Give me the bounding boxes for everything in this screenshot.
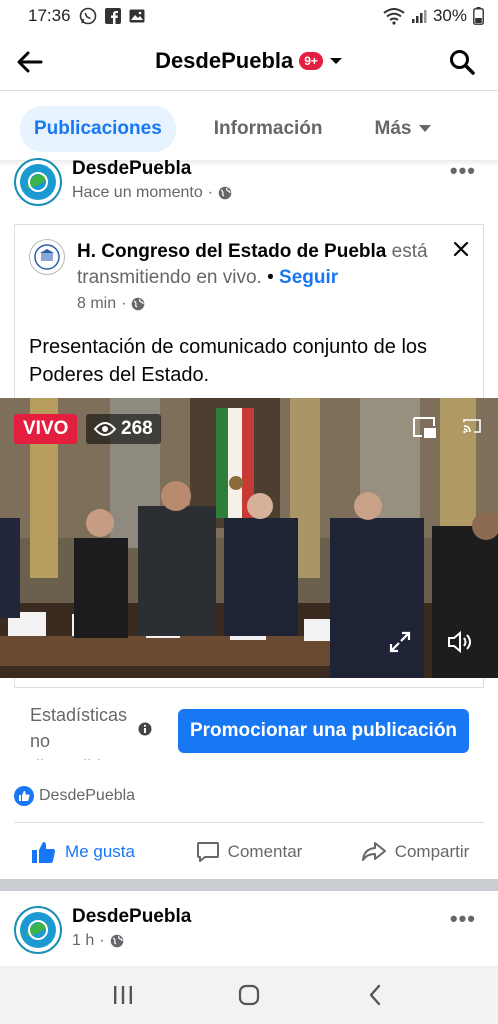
- tab-informacion[interactable]: Información: [200, 106, 337, 152]
- app-top-bar: DesdePuebla 9+: [0, 36, 498, 88]
- notification-badge: 9+: [299, 52, 323, 70]
- live-badge: VIVO: [14, 414, 78, 444]
- close-icon: [453, 241, 469, 257]
- recent-apps-icon: [114, 986, 132, 1004]
- post-author[interactable]: DesdePuebla: [72, 906, 191, 928]
- globe-icon: [110, 934, 123, 948]
- congreso-logo-icon: [34, 244, 60, 270]
- volume-button[interactable]: [446, 630, 474, 654]
- home-icon: [238, 984, 260, 1006]
- gallery-icon: [129, 8, 145, 24]
- system-nav-bar: [0, 966, 498, 1024]
- tab-mas[interactable]: Más: [361, 106, 446, 152]
- search-icon: [450, 50, 475, 75]
- wifi-icon: [383, 7, 405, 25]
- globe-icon: [132, 297, 145, 311]
- battery-percent: 30%: [432, 6, 467, 25]
- post-actions: Me gusta Comentar Compartir: [0, 832, 498, 872]
- picture-in-picture-icon: [413, 417, 436, 438]
- globe-icon: [218, 186, 232, 200]
- shared-post-time[interactable]: 8 min: [77, 295, 116, 313]
- comment-icon: [196, 842, 219, 862]
- pip-button[interactable]: [412, 416, 438, 440]
- info-icon: [138, 722, 152, 736]
- post-time[interactable]: 1 h: [72, 932, 94, 950]
- feed-separator: [0, 879, 498, 891]
- desdepuebla-logo-icon: [20, 164, 56, 200]
- back-nav-button[interactable]: [355, 975, 395, 1015]
- cast-button[interactable]: [462, 418, 482, 434]
- avatar[interactable]: [14, 906, 62, 954]
- fullscreen-button[interactable]: [388, 630, 412, 654]
- divider: [0, 90, 498, 91]
- page-title-dropdown[interactable]: DesdePuebla 9+: [0, 48, 498, 74]
- shared-page-name[interactable]: H. Congreso del Estado de Puebla: [77, 241, 386, 262]
- status-time: 17:36: [28, 6, 71, 25]
- shared-close-button[interactable]: [453, 241, 469, 262]
- thumbs-up-icon: [32, 842, 56, 863]
- reactions-by: DesdePuebla: [39, 787, 136, 804]
- share-icon: [361, 842, 386, 861]
- reactions-summary[interactable]: DesdePuebla: [14, 786, 135, 806]
- page-tabs: Publicaciones Información Más: [0, 104, 498, 154]
- stats-unavailable-label: Estadísticas no disponibles: [30, 705, 128, 760]
- caret-down-icon: [419, 125, 432, 132]
- post-author[interactable]: DesdePuebla: [72, 158, 232, 180]
- speaker-icon: [448, 630, 471, 654]
- shared-post-headline: H. Congreso del Estado de Puebla está tr…: [77, 241, 428, 288]
- congreso-avatar[interactable]: [29, 239, 65, 275]
- expand-icon: [389, 631, 411, 653]
- desdepuebla-logo-icon: [20, 912, 56, 948]
- cast-icon: [463, 419, 481, 434]
- chevron-left-icon: [369, 984, 381, 1006]
- promote-post-button[interactable]: Promocionar una publicación: [178, 709, 469, 753]
- home-button[interactable]: [229, 975, 269, 1015]
- battery-icon: [473, 7, 484, 25]
- avatar[interactable]: [14, 158, 62, 206]
- facebook-icon: [104, 8, 121, 24]
- like-reaction-icon: [14, 786, 34, 806]
- live-video-player[interactable]: VIVO 268: [0, 398, 498, 678]
- post-options-button[interactable]: •••: [450, 158, 476, 184]
- next-post-header: DesdePuebla 1 h ·: [14, 906, 191, 954]
- tab-publicaciones[interactable]: Publicaciones: [20, 106, 176, 152]
- follow-button[interactable]: Seguir: [279, 267, 338, 288]
- page-title: DesdePuebla: [155, 48, 294, 73]
- divider: [14, 822, 484, 823]
- stats-info-button[interactable]: [138, 722, 152, 741]
- status-bar: 17:36 30%: [0, 0, 498, 32]
- stats-row: Estadísticas no disponibles Promocionar …: [30, 700, 470, 760]
- post-header: DesdePuebla Hace un momento ·: [14, 158, 232, 206]
- signal-icon: [411, 8, 427, 24]
- recent-apps-button[interactable]: [103, 975, 143, 1015]
- viewer-count: 268: [86, 414, 161, 444]
- like-button[interactable]: Me gusta: [0, 832, 166, 872]
- whatsapp-icon: [79, 7, 97, 25]
- search-button[interactable]: [446, 46, 478, 78]
- eye-icon: [94, 422, 116, 436]
- shared-post-caption: Presentación de comunicado conjunto de l…: [29, 336, 428, 386]
- post-time[interactable]: Hace un momento: [72, 184, 203, 202]
- share-button[interactable]: Compartir: [332, 832, 498, 872]
- caret-down-icon: [329, 58, 342, 64]
- comment-button[interactable]: Comentar: [166, 832, 332, 872]
- post-options-button[interactable]: •••: [450, 906, 476, 932]
